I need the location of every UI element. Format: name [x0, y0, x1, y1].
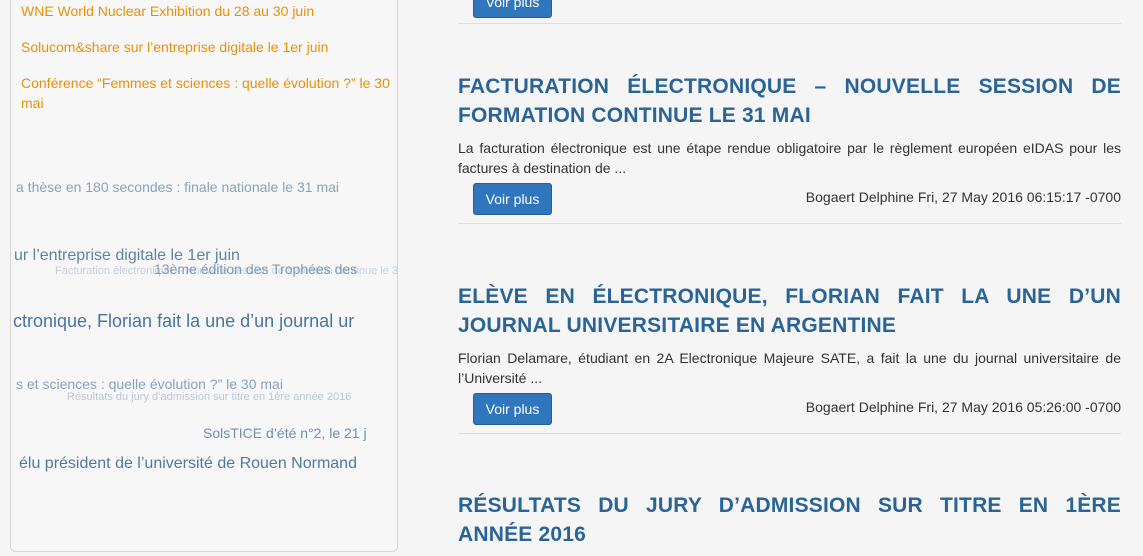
cloud-item[interactable]: s et sciences : quelle évolution ?” le 3… [16, 376, 283, 392]
read-more-button[interactable]: Voir plus [473, 393, 552, 425]
cloud-item[interactable]: ctronique, Florian fait la une d’un jour… [13, 311, 354, 332]
cloud-item[interactable]: 13ème édition des Trophées des [154, 261, 357, 277]
article-title: Facturation électronique – Nouvelle sess… [458, 72, 1121, 130]
article-footer: Voir plus Bogaert Delphine Fri, 27 May 2… [458, 181, 1121, 224]
article-title-link[interactable]: Facturation électronique – Nouvelle sess… [458, 75, 1121, 127]
news-link-solucom[interactable]: Solucom&share sur l’entreprise digitale … [21, 37, 391, 57]
news-link-wne[interactable]: WNE World Nuclear Exhibition du 28 au 30… [21, 1, 391, 21]
cloud-item[interactable]: Résultats du jury d’admission sur titre … [67, 391, 351, 403]
article-resultats: Résultats du jury d’admission sur titre … [458, 491, 1121, 549]
read-more-button[interactable]: Voir plus [473, 0, 552, 18]
article-title-link[interactable]: Résultats du jury d’admission sur titre … [458, 494, 1121, 546]
read-more-button[interactable]: Voir plus [473, 183, 552, 215]
cloud-item[interactable]: élu président de l’université de Rouen N… [19, 455, 357, 473]
article-meta: Bogaert Delphine Fri, 27 May 2016 06:15:… [805, 189, 1121, 205]
cloud-item[interactable]: SolsTICE d’été n°2, le 21 j [203, 425, 367, 441]
article-title-link[interactable]: Elève en électronique, Florian fait la u… [458, 285, 1121, 337]
article-previous: Voir plus [458, 0, 1121, 24]
news-link-femmes-sciences[interactable]: Conférence “Femmes et sciences : quelle … [21, 73, 391, 113]
article-title: Elève en électronique, Florian fait la u… [458, 282, 1121, 340]
article-title: Résultats du jury d’admission sur titre … [458, 491, 1121, 549]
sidebar-news-panel: WNE World Nuclear Exhibition du 28 au 30… [10, 0, 398, 552]
article-facturation: Facturation électronique – Nouvelle sess… [458, 72, 1121, 224]
article-excerpt: Florian Delamare, étudiant en 2A Electro… [458, 350, 1121, 386]
article-florian: Elève en électronique, Florian fait la u… [458, 282, 1121, 434]
article-meta: Bogaert Delphine Fri, 27 May 2016 05:26:… [805, 399, 1121, 415]
article-footer: Voir plus Bogaert Delphine Fri, 27 May 2… [458, 391, 1121, 434]
article-excerpt: La facturation électronique est une étap… [458, 140, 1121, 176]
cloud-item[interactable]: a thèse en 180 secondes : finale nationa… [16, 179, 339, 195]
